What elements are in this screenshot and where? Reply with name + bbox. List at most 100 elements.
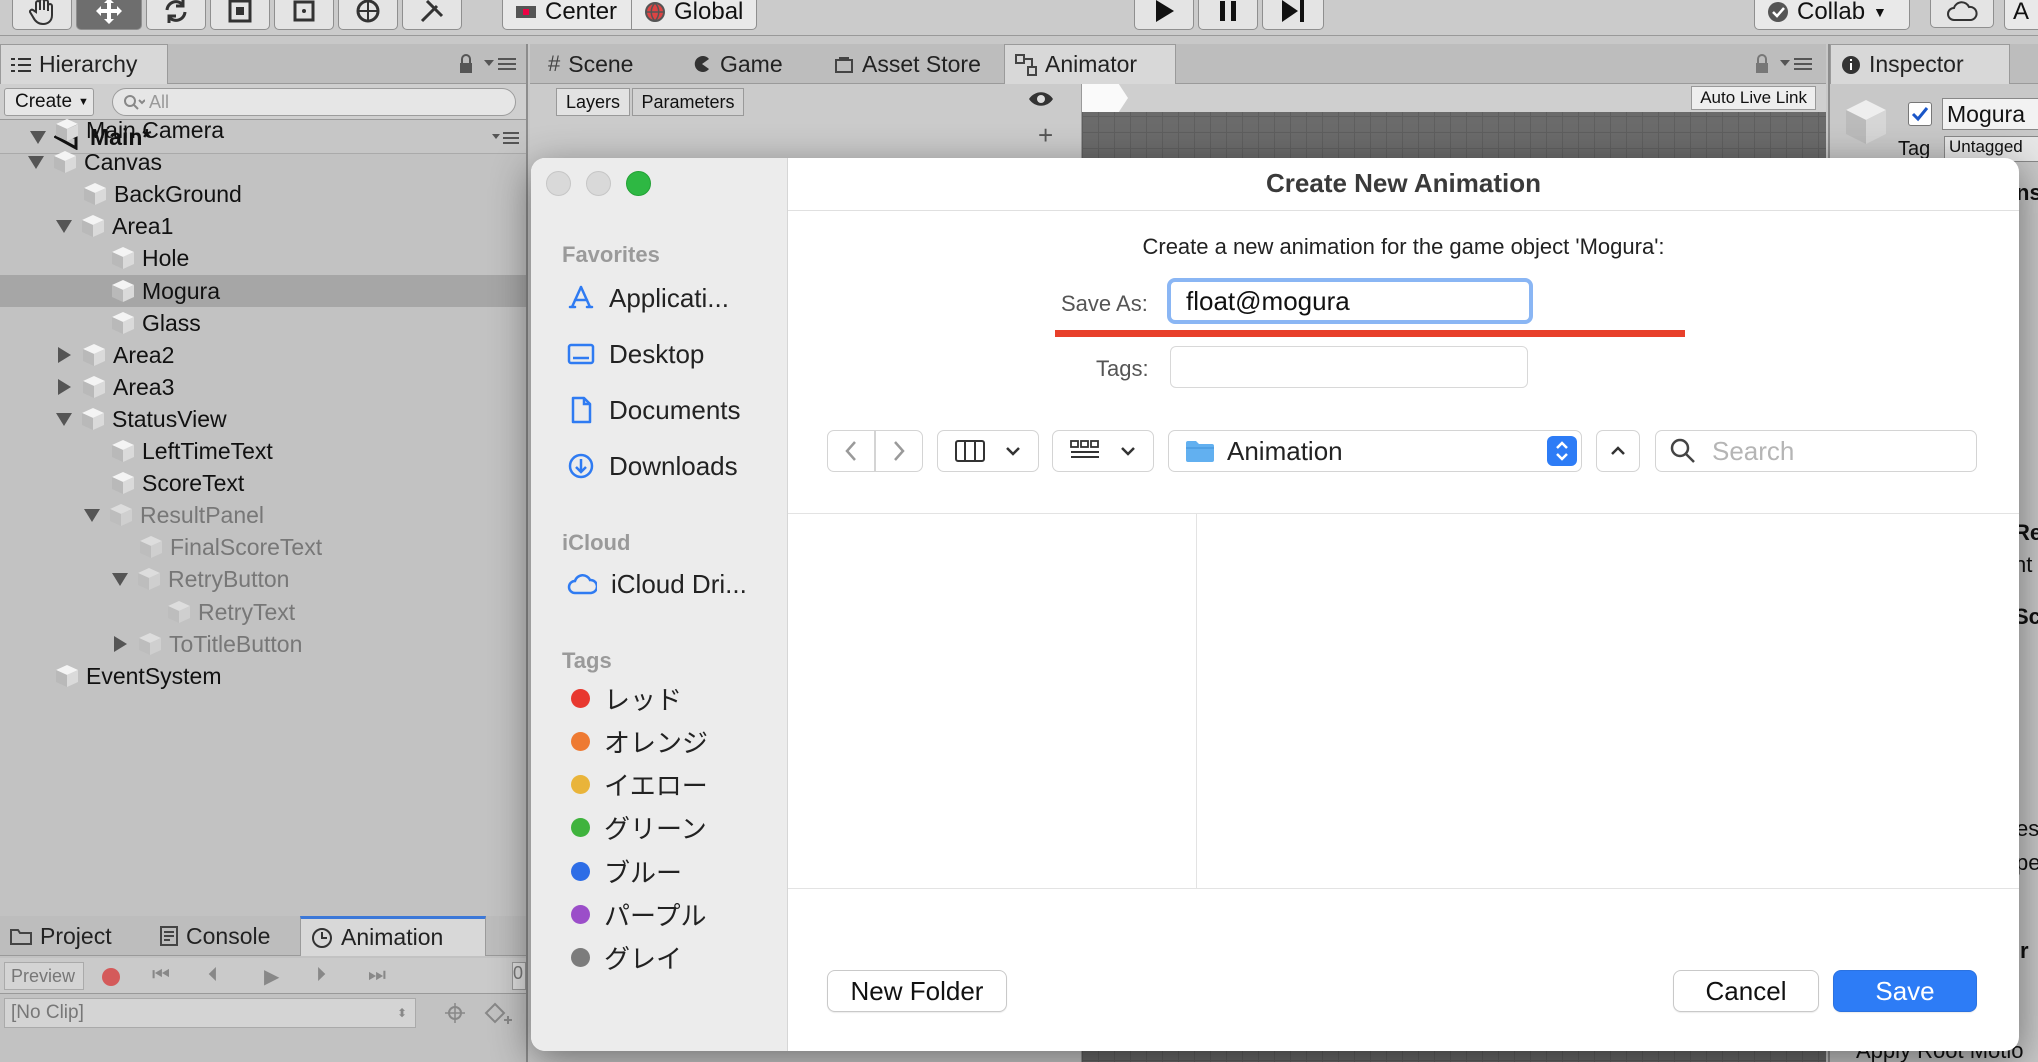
sidebar-tag-item[interactable]: オレンジ [571,721,708,761]
cloud-button[interactable] [1930,0,1994,28]
hierarchy-row[interactable]: BackGround [56,178,242,210]
hierarchy-row[interactable]: Glass [84,307,201,339]
transform-tool-button[interactable] [338,0,398,30]
tags-input[interactable] [1170,346,1528,388]
tab-hierarchy[interactable]: Hierarchy [0,44,168,84]
minimize-window-icon[interactable] [586,171,611,196]
hierarchy-row[interactable]: Area2 [56,339,174,371]
last-key-icon[interactable]: ⏭ [368,964,386,987]
tab-inspector[interactable]: Inspector [1830,44,2010,84]
hierarchy-search-input[interactable]: All [112,88,516,116]
play-clip-icon[interactable]: ▶ [264,964,279,989]
preview-button[interactable]: Preview [4,962,84,990]
expand-triangle-icon[interactable] [56,412,72,426]
back-button[interactable] [827,430,875,472]
column-view-button[interactable] [937,430,1039,472]
global-button[interactable]: Global [631,0,757,30]
collapse-button[interactable] [1596,430,1640,472]
sidebar-item-icloud-drive[interactable]: iCloud Dri... [567,564,747,604]
group-view-button[interactable] [1052,430,1154,472]
hierarchy-row[interactable]: Main Camera [28,114,224,146]
hierarchy-row[interactable]: ScoreText [84,467,244,499]
hierarchy-row[interactable]: Mogura [84,275,220,307]
save-button[interactable]: Save [1833,970,1977,1012]
expand-triangle-icon[interactable] [112,572,128,586]
object-name-field[interactable]: Mogura [1942,98,2038,130]
hand-tool-button[interactable] [12,0,72,30]
save-as-input[interactable] [1167,278,1533,324]
expand-triangle-icon[interactable] [114,636,127,652]
eye-icon[interactable] [1028,90,1054,108]
hierarchy-row[interactable]: EventSystem [28,660,222,692]
tab-scene[interactable]: # Scene [538,44,643,84]
auto-live-link-button[interactable]: Auto Live Link [1691,86,1816,110]
parameters-tab[interactable]: Parameters [632,88,744,116]
hierarchy-row[interactable]: Hole [84,242,189,274]
account-button[interactable]: A [2004,0,2038,30]
clip-dropdown[interactable]: [No Clip] ⬍ [4,998,416,1028]
hierarchy-row[interactable]: Area1 [56,210,173,242]
lock-icon[interactable] [458,54,474,74]
tab-animation[interactable]: Animation [300,916,486,956]
tab-game[interactable]: Game [682,44,793,84]
tab-console[interactable]: Console [150,916,280,956]
new-folder-button[interactable]: New Folder [827,970,1007,1012]
hierarchy-row[interactable]: FinalScoreText [112,531,322,563]
pause-button[interactable] [1198,0,1258,30]
rect-tool-button[interactable] [274,0,334,30]
hierarchy-row[interactable]: RetryButton [112,563,289,595]
breadcrumb[interactable] [1082,84,1128,112]
frame-field[interactable]: 0 [512,962,526,990]
play-button[interactable] [1134,0,1194,30]
panel-menu-icon[interactable] [1780,56,1812,72]
active-checkbox[interactable] [1908,102,1932,126]
rotate-tool-button[interactable] [146,0,206,30]
add-keyframe-icon[interactable] [444,1002,466,1024]
move-tool-button[interactable] [76,0,142,30]
hierarchy-row[interactable]: Canvas [28,146,162,178]
add-event-icon[interactable] [484,1002,514,1024]
expand-triangle-icon[interactable] [58,379,71,395]
tab-animator[interactable]: Animator [1004,44,1176,84]
sidebar-item-documents[interactable]: Documents [567,390,741,430]
expand-triangle-icon[interactable] [58,347,71,363]
pivot-center-button[interactable]: Center [502,0,632,30]
hierarchy-row[interactable]: RetryText [140,596,295,628]
create-dropdown[interactable]: Create ▼ [4,88,94,116]
zoom-window-icon[interactable] [626,171,651,196]
sidebar-tag-item[interactable]: ブルー [571,851,682,891]
sidebar-item-downloads[interactable]: Downloads [567,446,738,486]
panel-menu-icon[interactable] [484,56,516,72]
layers-tab[interactable]: Layers [556,88,630,116]
expand-triangle-icon[interactable] [56,219,72,233]
record-icon[interactable] [102,968,120,986]
sidebar-tag-item[interactable]: グリーン [571,808,707,848]
hierarchy-row[interactable]: Area3 [56,371,174,403]
step-button[interactable] [1262,0,1324,30]
tab-asset-store[interactable]: Asset Store [824,44,991,84]
expand-triangle-icon[interactable] [28,155,44,169]
sidebar-item-applications[interactable]: Applicati... [567,278,729,318]
close-window-icon[interactable] [546,171,571,196]
expand-triangle-icon[interactable] [84,508,100,522]
next-key-icon[interactable]: ⏵ [316,964,326,987]
custom-tool-button[interactable] [402,0,462,30]
prev-key-icon[interactable]: ⏴ [208,964,218,987]
location-dropdown[interactable]: Animation [1168,430,1582,472]
sidebar-item-desktop[interactable]: Desktop [567,334,704,374]
forward-button[interactable] [875,430,923,472]
hierarchy-row[interactable]: LeftTimeText [84,435,273,467]
sidebar-tag-item[interactable]: パープル [571,895,706,935]
lock-icon[interactable] [1754,54,1770,74]
hierarchy-row[interactable]: ResultPanel [84,499,264,531]
first-key-icon[interactable]: ⏮ [152,964,170,987]
tab-project[interactable]: Project [0,916,122,956]
scale-tool-button[interactable] [210,0,270,30]
sidebar-tag-item[interactable]: レッド [571,678,682,718]
hierarchy-row[interactable]: StatusView [56,403,227,435]
add-layer-icon[interactable]: + [1038,120,1053,151]
file-browser[interactable] [788,514,2019,888]
collab-button[interactable]: Collab ▼ [1754,0,1910,30]
hierarchy-row[interactable]: ToTitleButton [112,628,302,660]
sidebar-tag-item[interactable]: グレイ [571,938,682,978]
